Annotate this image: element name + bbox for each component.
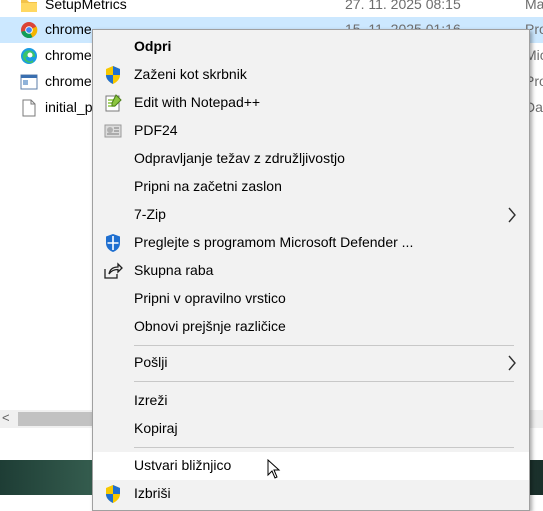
window-app-icon [20, 74, 38, 90]
menu-item-label: 7-Zip [134, 206, 166, 222]
menu-item-label: Odpravljanje težav z združljivostjo [134, 150, 345, 166]
menu-item-delete[interactable]: Izbriši [93, 480, 529, 508]
menu-item-share[interactable]: Skupna raba [93, 257, 529, 285]
menu-item-label: PDF24 [134, 122, 178, 138]
menu-item-restore-versions[interactable]: Obnovi prejšnje različice [93, 313, 529, 341]
document-icon [22, 99, 36, 117]
menu-item-pin-start[interactable]: Pripni na začetni zaslon [93, 173, 529, 201]
edge-icon [21, 48, 37, 64]
menu-item-label: Zaženi kot skrbnik [134, 66, 247, 82]
uac-shield-icon [106, 485, 120, 503]
scroll-left-icon[interactable]: < [2, 410, 10, 425]
menu-item-label: Skupna raba [134, 262, 214, 278]
menu-item-pin-taskbar[interactable]: Pripni v opravilno vrstico [93, 285, 529, 313]
menu-item-label: Pošlji [134, 354, 168, 370]
notepad-plus-plus-icon [105, 94, 122, 112]
context-menu: Odpri Zaženi kot skrbnik Edit with Notep… [92, 29, 530, 511]
menu-item-label: Pripni na začetni zaslon [134, 178, 282, 194]
file-name: chrome [45, 47, 92, 63]
file-date: 27. 11. 2025 08:15 [345, 0, 461, 12]
menu-item-label: Kopiraj [134, 420, 178, 436]
menu-item-label: Pripni v opravilno vrstico [134, 290, 286, 306]
menu-item-label: Izbriši [134, 485, 171, 501]
menu-separator [134, 381, 514, 382]
file-name: chrome [45, 73, 92, 89]
file-type: Ma [525, 0, 543, 12]
menu-item-create-shortcut[interactable]: Ustvari bližnjico [93, 452, 529, 480]
menu-separator [134, 447, 514, 448]
menu-item-label: Edit with Notepad++ [134, 94, 261, 110]
menu-item-label: Izreži [134, 392, 168, 408]
menu-item-label: Preglejte s programom Microsoft Defender… [134, 234, 414, 250]
menu-item-7zip[interactable]: 7-Zip [93, 201, 529, 229]
mouse-cursor-icon [267, 459, 281, 479]
menu-item-troubleshoot[interactable]: Odpravljanje težav z združljivostjo [93, 145, 529, 173]
file-name: initial_p [45, 99, 93, 115]
menu-item-label: Ustvari bližnjico [134, 457, 232, 473]
file-name: chrome [45, 21, 92, 37]
uac-shield-icon [106, 66, 120, 84]
menu-item-cut[interactable]: Izreži [93, 387, 529, 415]
menu-item-label: Obnovi prejšnje različice [134, 318, 286, 334]
menu-item-edit-notepad[interactable]: Edit with Notepad++ [93, 89, 529, 117]
defender-shield-icon [106, 234, 120, 252]
menu-item-open[interactable]: Odpri [93, 33, 529, 61]
menu-item-send-to[interactable]: Pošlji [93, 349, 529, 377]
file-name: SetupMetrics [45, 0, 127, 12]
chevron-right-icon [508, 355, 516, 371]
chevron-right-icon [508, 207, 516, 223]
file-row[interactable]: SetupMetrics 27. 11. 2025 08:15 Ma [0, 0, 543, 18]
menu-item-copy[interactable]: Kopiraj [93, 415, 529, 443]
share-icon [104, 262, 123, 279]
folder-icon [21, 0, 37, 12]
menu-separator [134, 345, 514, 346]
chrome-icon [21, 22, 38, 39]
menu-item-defender[interactable]: Preglejte s programom Microsoft Defender… [93, 229, 529, 257]
menu-item-label: Odpri [134, 38, 172, 54]
menu-item-run-as-admin[interactable]: Zaženi kot skrbnik [93, 61, 529, 89]
menu-item-pdf24[interactable]: PDF24 [93, 117, 529, 145]
pdf24-icon [104, 124, 122, 138]
